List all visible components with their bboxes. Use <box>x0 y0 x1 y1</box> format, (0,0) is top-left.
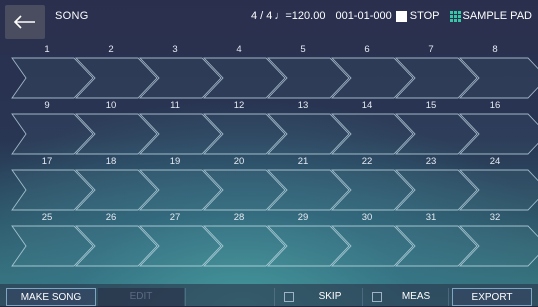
slot-number: 4 <box>236 44 242 55</box>
song-screen: SONG 4 / 4 ♩=120.00 001-01-000 STOP SAMP… <box>0 0 538 306</box>
slot-number: 6 <box>364 44 370 55</box>
slot-number: 7 <box>428 44 434 55</box>
skip-label[interactable]: SKIP <box>300 288 360 306</box>
slot-number: 18 <box>105 156 117 167</box>
slot-number: 8 <box>492 44 498 55</box>
slot-number: 25 <box>41 212 53 223</box>
slot-number: 26 <box>105 212 117 223</box>
bottom-toolbar: MAKE SONG EDIT SKIP MEAS EXPORT <box>0 284 538 306</box>
export-button[interactable]: EXPORT <box>452 288 532 306</box>
slot-number: 32 <box>489 212 501 223</box>
meas-checkbox[interactable] <box>372 292 382 302</box>
slot-number: 19 <box>169 156 181 167</box>
slot-number: 16 <box>489 100 501 111</box>
slot-number: 2 <box>108 44 114 55</box>
slot-number: 22 <box>361 156 373 167</box>
slot-number: 23 <box>425 156 437 167</box>
slot-number: 14 <box>361 100 373 111</box>
slot-number: 30 <box>361 212 373 223</box>
toolbar-divider <box>448 288 449 306</box>
meas-label[interactable]: MEAS <box>388 288 444 306</box>
slot-number: 29 <box>297 212 309 223</box>
slot-number: 28 <box>233 212 245 223</box>
slot-number: 1 <box>44 44 50 55</box>
pattern-slot[interactable] <box>11 169 94 211</box>
toolbar-divider <box>362 288 363 306</box>
slot-number: 3 <box>172 44 178 55</box>
slot-number: 9 <box>44 100 50 111</box>
toolbar-divider <box>185 288 186 306</box>
slot-number: 12 <box>233 100 245 111</box>
pattern-slot[interactable] <box>11 225 94 267</box>
slot-number: 21 <box>297 156 309 167</box>
slot-number: 20 <box>233 156 245 167</box>
pattern-slot-grid: 1 2 3 4 5 6 7 8 9 10 11 12 13 14 15 16 17 18 19 20 21 22 23 24 2… <box>0 0 538 280</box>
pattern-slot[interactable] <box>11 57 94 99</box>
slot-number: 17 <box>41 156 53 167</box>
make-song-button[interactable]: MAKE SONG <box>6 288 96 306</box>
slot-number: 24 <box>489 156 501 167</box>
slot-number: 31 <box>425 212 437 223</box>
slot-number: 10 <box>105 100 117 111</box>
slot-number: 5 <box>300 44 306 55</box>
slot-number: 27 <box>169 212 181 223</box>
toolbar-divider <box>274 288 275 306</box>
slot-number: 13 <box>297 100 309 111</box>
pattern-slot[interactable] <box>11 113 94 155</box>
slot-number: 15 <box>425 100 437 111</box>
edit-button[interactable]: EDIT <box>98 288 184 306</box>
slot-number: 11 <box>170 100 180 111</box>
pattern-slots <box>11 57 538 267</box>
skip-checkbox[interactable] <box>284 292 294 302</box>
